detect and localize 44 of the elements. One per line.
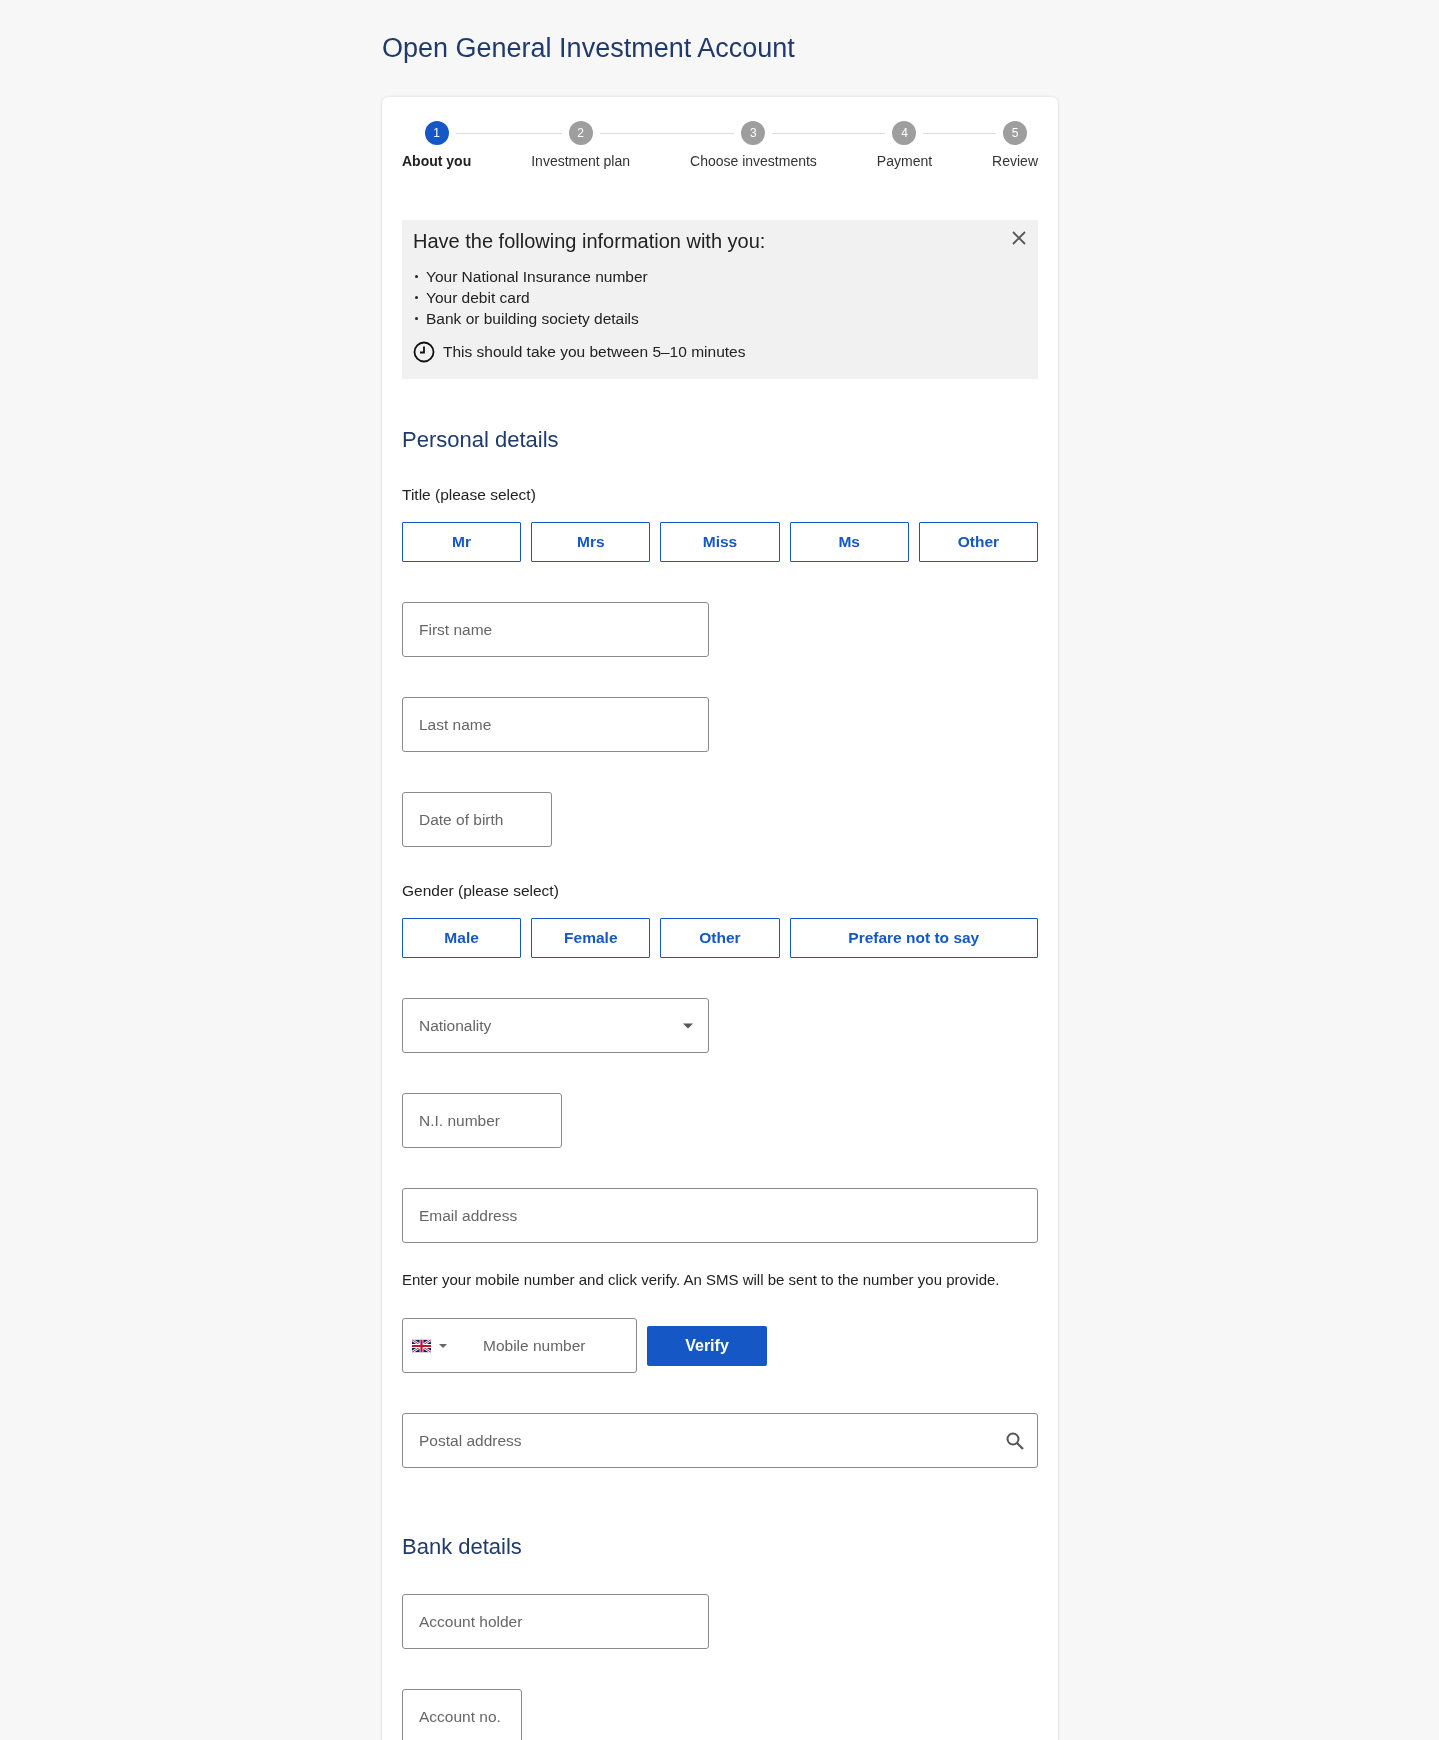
caret-icon[interactable] — [439, 1343, 447, 1348]
info-heading: Have the following information with you: — [413, 230, 766, 253]
input-field[interactable]: First name — [402, 602, 709, 657]
option-button[interactable]: Prefare not to say — [789, 918, 1038, 958]
option-button[interactable]: Mr — [402, 522, 522, 562]
input-field[interactable]: Account holder — [402, 1594, 709, 1649]
option-button[interactable]: Miss — [660, 522, 780, 562]
input-field[interactable]: Email address — [402, 1188, 1038, 1243]
verify-button[interactable]: Verify — [647, 1325, 767, 1366]
field-label: Gender (please select) — [402, 882, 560, 900]
step-label: Choose investments — [690, 153, 817, 169]
instruction-text: Enter your mobile number and click verify. An SMS will be sent to the number you provide. — [402, 1271, 1001, 1288]
info-item: Your debit card — [426, 288, 530, 308]
option-button[interactable]: Ms — [789, 522, 909, 562]
input-field[interactable]: Account no. — [402, 1689, 522, 1740]
step-label: Payment — [876, 153, 933, 169]
bullet-icon — [415, 275, 418, 278]
section-heading: Bank details — [402, 1534, 523, 1560]
step-label: Investment plan — [531, 153, 631, 169]
option-button[interactable]: Other — [918, 522, 1038, 562]
caret-icon — [683, 1022, 693, 1029]
bullet-icon — [415, 296, 418, 299]
input-field[interactable]: N.I. number — [402, 1093, 562, 1148]
search-field[interactable]: Postal address — [402, 1413, 1038, 1468]
clock-icon — [413, 341, 435, 363]
option-button[interactable]: Mrs — [531, 522, 651, 562]
select-field[interactable]: Nationality — [402, 998, 709, 1053]
step-label: About you — [402, 153, 472, 169]
search-icon — [1006, 1431, 1024, 1450]
step-label: Review — [992, 153, 1038, 169]
phone-field[interactable]: Mobile number — [402, 1318, 637, 1373]
option-button[interactable]: Female — [531, 918, 651, 958]
input-field[interactable]: Last name — [402, 697, 709, 752]
section-heading: Personal details — [402, 427, 560, 453]
info-item: Bank or building society details — [426, 309, 639, 329]
field-label: Title (please select) — [402, 486, 537, 504]
close-icon[interactable] — [1011, 230, 1027, 246]
info-item: Your National Insurance number — [426, 267, 648, 287]
option-button[interactable]: Male — [402, 918, 522, 958]
option-button[interactable]: Other — [660, 918, 780, 958]
page-title: Open General Investment Account — [382, 33, 796, 64]
input-field[interactable]: Date of birth — [402, 792, 552, 847]
duration-text: This should take you between 5–10 minutes — [443, 343, 746, 361]
bullet-icon — [415, 317, 418, 320]
